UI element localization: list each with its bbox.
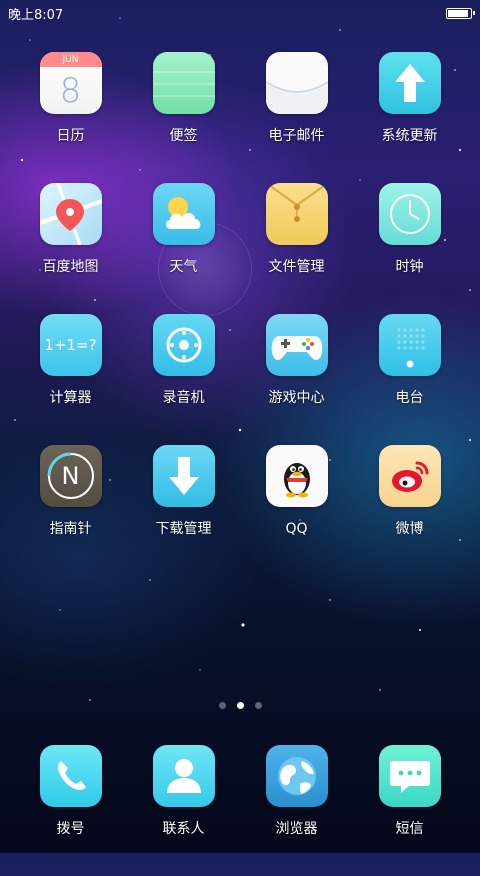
app-label: 短信 bbox=[395, 821, 424, 837]
app-label: 浏览器 bbox=[275, 821, 318, 837]
app-label: 拨号 bbox=[56, 821, 85, 837]
app-label: 游戏中心 bbox=[268, 390, 325, 406]
dock: 拨号 联系人 浏览器 短信 bbox=[0, 745, 480, 876]
contacts-icon bbox=[152, 745, 215, 807]
app-label: QQ bbox=[285, 521, 308, 537]
qq-penguin-icon bbox=[265, 445, 328, 507]
app-calculator[interactable]: 1+1=? 计算器 bbox=[14, 314, 127, 445]
status-time: 晚上8:07 bbox=[8, 7, 64, 23]
message-icon bbox=[378, 745, 441, 807]
app-label: 百度地图 bbox=[42, 259, 99, 275]
game-center-icon bbox=[265, 314, 328, 376]
map-icon bbox=[39, 183, 102, 245]
app-qq[interactable]: QQ bbox=[240, 445, 353, 576]
app-label: 便签 bbox=[169, 128, 198, 144]
phone-icon bbox=[39, 745, 102, 807]
app-label: 电台 bbox=[395, 390, 424, 406]
weather-icon bbox=[152, 183, 215, 245]
app-clock[interactable]: 时钟 bbox=[353, 183, 466, 314]
page-dot-active[interactable] bbox=[236, 702, 244, 709]
calendar-month: JUN bbox=[62, 54, 79, 65]
recorder-icon bbox=[152, 314, 215, 376]
dock-messages[interactable]: 短信 bbox=[353, 745, 466, 876]
download-manager-icon bbox=[152, 445, 215, 507]
app-label: 微博 bbox=[395, 521, 424, 537]
page-dot[interactable] bbox=[254, 702, 262, 709]
calculator-formula: 1+1=? bbox=[44, 336, 97, 354]
status-bar: 晚上8:07 bbox=[0, 0, 480, 26]
app-grid: JUN 8 日历 便签 电子邮件 系统更新 百度地图 天气 文件管理 时钟 1+… bbox=[0, 52, 480, 576]
calendar-day: 8 bbox=[59, 70, 82, 111]
app-calendar[interactable]: JUN 8 日历 bbox=[14, 52, 127, 183]
app-weibo[interactable]: 微博 bbox=[353, 445, 466, 576]
file-manager-icon bbox=[265, 183, 328, 245]
page-indicator bbox=[0, 702, 480, 709]
page-dot[interactable] bbox=[218, 702, 226, 709]
battery-icon bbox=[446, 7, 475, 19]
app-notes[interactable]: 便签 bbox=[127, 52, 240, 183]
clock-icon bbox=[378, 183, 441, 245]
app-label: 日历 bbox=[56, 128, 85, 144]
app-weather[interactable]: 天气 bbox=[127, 183, 240, 314]
app-file-manager[interactable]: 文件管理 bbox=[240, 183, 353, 314]
app-label: 文件管理 bbox=[268, 259, 325, 275]
dock-phone[interactable]: 拨号 bbox=[14, 745, 127, 876]
app-baidu-map[interactable]: 百度地图 bbox=[14, 183, 127, 314]
compass-icon: N bbox=[39, 445, 102, 507]
app-radio[interactable]: 电台 bbox=[353, 314, 466, 445]
app-label: 电子邮件 bbox=[268, 128, 325, 144]
app-label: 指南针 bbox=[49, 521, 92, 537]
app-label: 录音机 bbox=[162, 390, 205, 406]
app-email[interactable]: 电子邮件 bbox=[240, 52, 353, 183]
app-label: 天气 bbox=[169, 259, 198, 275]
compass-letter: N bbox=[61, 462, 80, 490]
app-download-manager[interactable]: 下载管理 bbox=[127, 445, 240, 576]
app-game-center[interactable]: 游戏中心 bbox=[240, 314, 353, 445]
app-label: 下载管理 bbox=[155, 521, 212, 537]
app-system-update[interactable]: 系统更新 bbox=[353, 52, 466, 183]
battery-fill bbox=[448, 9, 468, 17]
app-label: 联系人 bbox=[162, 821, 205, 837]
app-label: 时钟 bbox=[395, 259, 424, 275]
calculator-icon: 1+1=? bbox=[39, 314, 102, 376]
system-update-icon bbox=[378, 52, 441, 114]
dock-browser[interactable]: 浏览器 bbox=[240, 745, 353, 876]
email-icon bbox=[265, 52, 328, 114]
weibo-icon bbox=[378, 445, 441, 507]
radio-icon bbox=[378, 314, 441, 376]
browser-globe-icon bbox=[265, 745, 328, 807]
app-label: 计算器 bbox=[49, 390, 92, 406]
notes-icon bbox=[152, 52, 215, 114]
calendar-icon: JUN 8 bbox=[39, 52, 102, 114]
app-label: 系统更新 bbox=[381, 128, 438, 144]
app-compass[interactable]: N 指南针 bbox=[14, 445, 127, 576]
app-recorder[interactable]: 录音机 bbox=[127, 314, 240, 445]
dock-contacts[interactable]: 联系人 bbox=[127, 745, 240, 876]
